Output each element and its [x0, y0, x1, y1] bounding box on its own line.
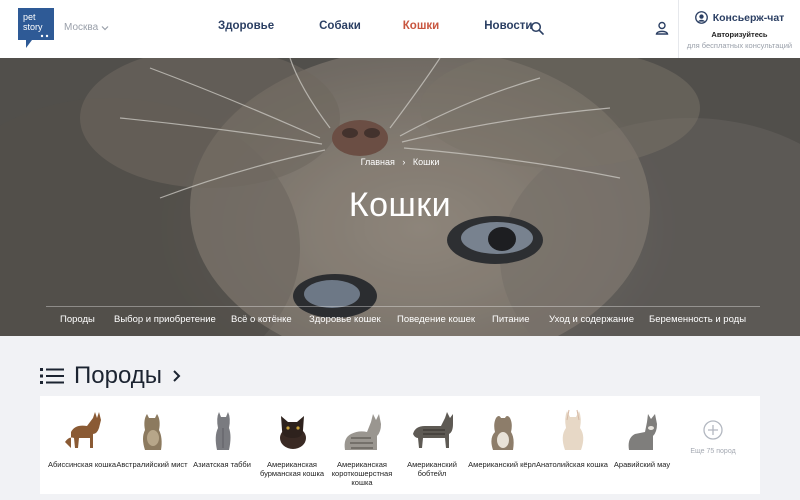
- sub-nav-item-nutrition[interactable]: Питание: [492, 314, 530, 325]
- breed-card[interactable]: Американская бурманская кошка: [252, 408, 332, 478]
- breed-name: Американская короткошерстная кошка: [331, 460, 393, 487]
- cat-photo-icon: [628, 414, 657, 450]
- concierge-subtitle-note: для бесплатных консультаций: [686, 41, 793, 50]
- chevron-down-icon: [101, 25, 109, 30]
- sub-nav-item-care[interactable]: Уход и содержание: [549, 314, 634, 325]
- more-breeds-label: Еще 75 пород: [690, 448, 736, 455]
- concierge-title: Консьерж-чат: [712, 11, 785, 24]
- site-header: pet story Москва Здоровье Собаки Кошки Н…: [0, 0, 800, 58]
- user-icon[interactable]: [655, 21, 669, 35]
- main-nav: Здоровье Собаки Кошки Новости: [218, 20, 532, 32]
- sub-nav-divider: [46, 306, 760, 307]
- breed-card[interactable]: Американский бобтейл: [392, 408, 472, 478]
- more-breeds-button[interactable]: Еще 75 пород: [678, 420, 748, 455]
- breadcrumb-separator-icon: ›: [402, 157, 406, 167]
- cat-photo-icon: [280, 416, 306, 449]
- breadcrumb-home-link[interactable]: Главная: [361, 157, 395, 167]
- city-label: Москва: [64, 22, 99, 33]
- breed-card[interactable]: Азиатская табби: [182, 408, 262, 469]
- sub-nav-item-kitten[interactable]: Всё о котёнке: [231, 314, 292, 325]
- cat-photo-icon: [413, 412, 453, 448]
- sub-nav-item-health[interactable]: Здоровье кошек: [309, 314, 381, 325]
- cat-photo-icon: [562, 409, 584, 450]
- city-selector[interactable]: Москва: [64, 22, 109, 33]
- breed-name: Американский кёрл: [468, 460, 536, 469]
- cat-photo-icon: [65, 412, 101, 448]
- breed-name: Аравийский мау: [613, 460, 671, 469]
- breeds-section-title[interactable]: Породы: [74, 362, 162, 390]
- breadcrumb: Главная › Кошки: [0, 157, 800, 167]
- nav-item-cats[interactable]: Кошки: [403, 20, 439, 32]
- breed-name: Австралийский мист: [116, 460, 188, 469]
- petstory-logo[interactable]: pet story: [18, 8, 54, 48]
- search-icon[interactable]: [530, 21, 544, 35]
- nav-item-dogs[interactable]: Собаки: [319, 20, 361, 32]
- logo-text-line1: pet: [23, 12, 36, 22]
- cat-photo-icon: [491, 416, 514, 450]
- cat-photo-icon: [215, 412, 231, 450]
- breed-card[interactable]: Американский кёрл: [462, 408, 542, 469]
- concierge-avatar-icon: [694, 11, 708, 24]
- breed-card[interactable]: Анатолийская кошка: [532, 408, 612, 469]
- breed-name: Анатолийская кошка: [536, 460, 608, 469]
- breed-card[interactable]: Австралийский мист: [112, 408, 192, 469]
- breed-name: Американский бобтейл: [407, 460, 457, 478]
- sub-nav-item-pregnancy[interactable]: Беременность и роды: [649, 314, 746, 325]
- breeds-carousel: Абиссинская кошка Австралийский мист Ази…: [40, 396, 760, 494]
- hero-banner: Главная › Кошки Кошки Породы Выбор и при…: [0, 58, 800, 336]
- cat-photo-icon: [143, 414, 162, 450]
- page-title: Кошки: [348, 186, 452, 224]
- list-icon: [40, 368, 64, 384]
- breeds-section-header: Породы: [40, 362, 182, 390]
- concierge-subtitle: Авторизуйтесь: [711, 30, 768, 39]
- breadcrumb-current: Кошки: [412, 157, 440, 167]
- breed-card[interactable]: Аравийский мау: [602, 408, 682, 469]
- breed-card[interactable]: Американская короткошерстная кошка: [322, 408, 402, 487]
- breed-name: Абиссинская кошка: [47, 460, 116, 469]
- breed-name: Азиатская табби: [193, 460, 251, 469]
- plus-circle-icon: [703, 420, 723, 440]
- chevron-right-icon[interactable]: [172, 370, 182, 382]
- sub-nav-item-breeds[interactable]: Породы: [60, 314, 95, 325]
- sub-nav-item-choice[interactable]: Выбор и приобретение: [114, 314, 216, 325]
- cat-photo-icon: [344, 414, 381, 450]
- breed-name: Американская бурманская кошка: [259, 460, 325, 478]
- nav-item-news[interactable]: Новости: [484, 20, 532, 32]
- logo-text-line2: story: [23, 22, 43, 32]
- nav-item-health[interactable]: Здоровье: [218, 20, 274, 32]
- sub-nav-item-behavior[interactable]: Поведение кошек: [397, 314, 475, 325]
- concierge-chat-button[interactable]: Консьерж-чат Авторизуйтесь для бесплатны…: [678, 0, 800, 58]
- breed-card[interactable]: Абиссинская кошка: [42, 408, 122, 469]
